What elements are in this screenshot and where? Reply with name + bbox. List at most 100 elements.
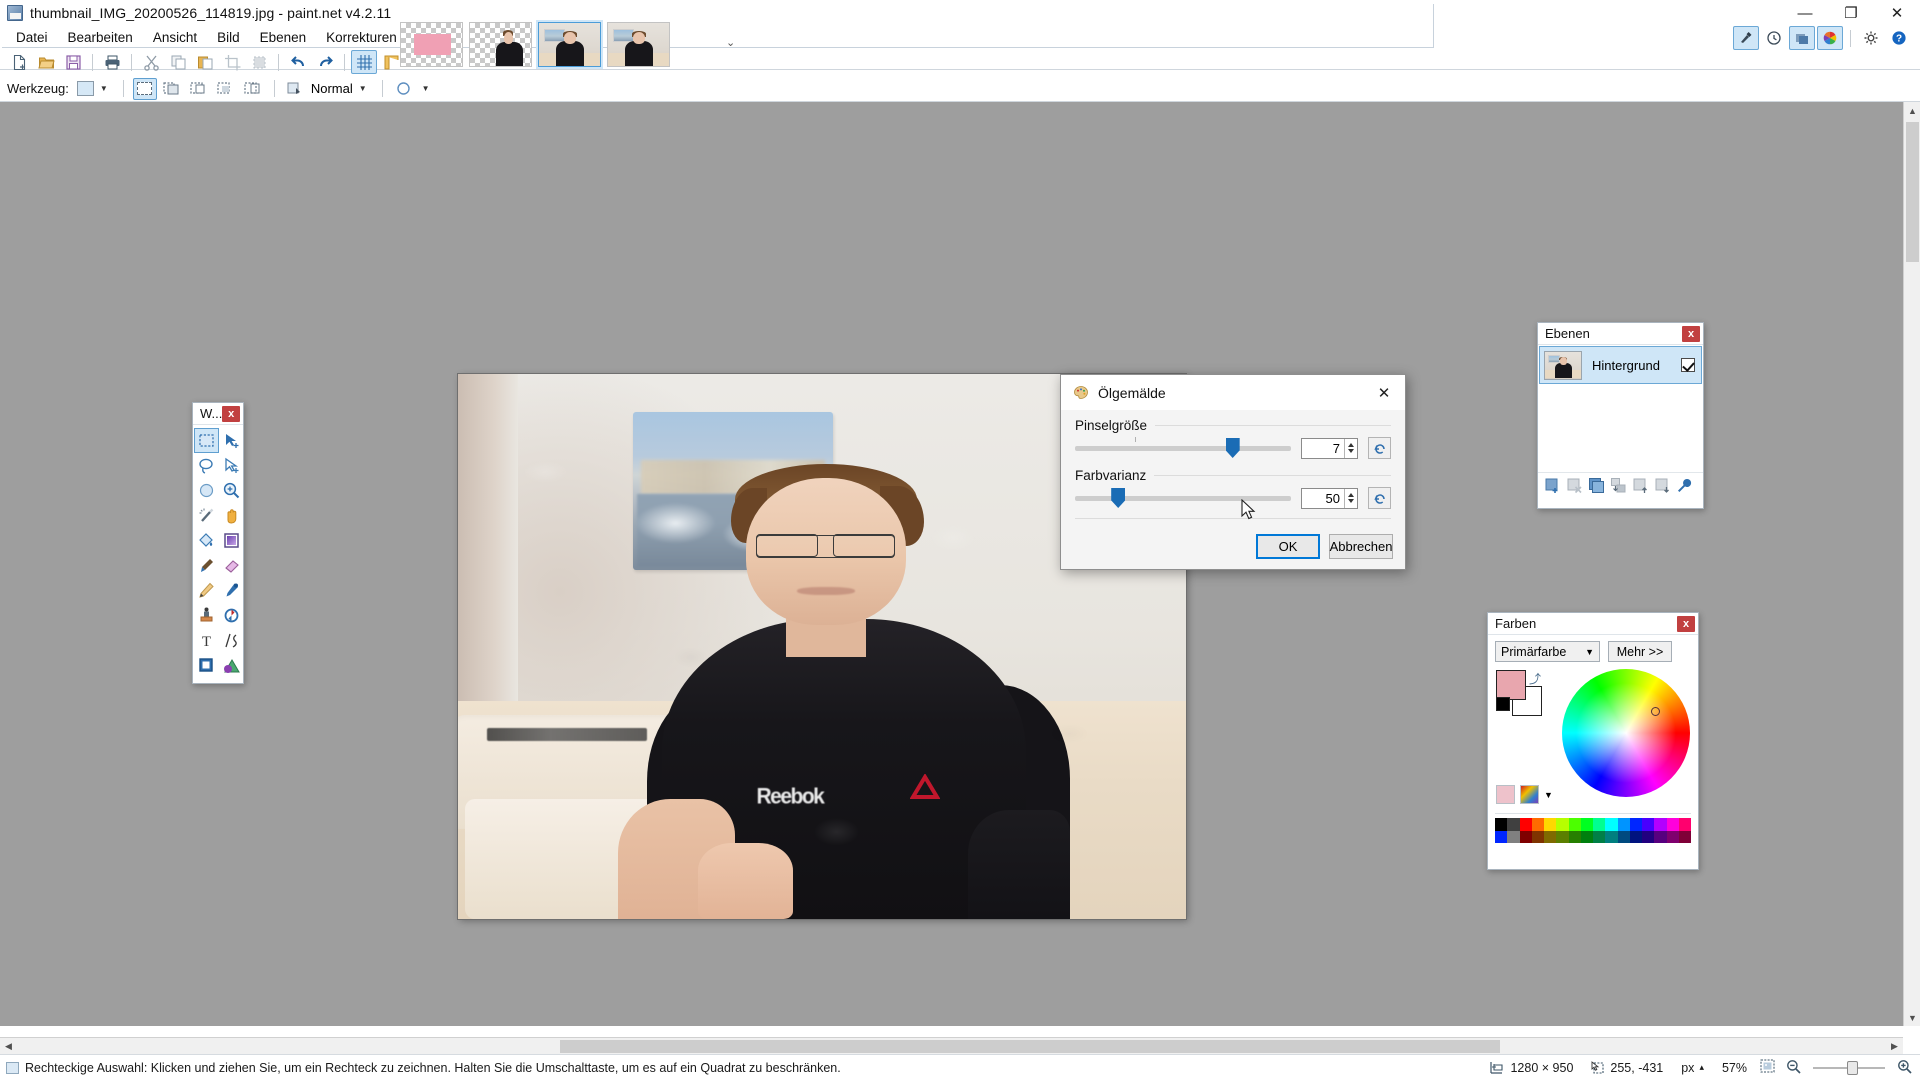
palette-swatch[interactable] (1519, 830, 1532, 843)
oil-painting-dialog[interactable]: Ölgemälde ✕ Pinselgröße 7 Farbvarianz 50… (1060, 374, 1406, 570)
palette-swatch[interactable] (1617, 830, 1630, 843)
palette-swatch[interactable] (1544, 818, 1557, 831)
pencil-tool[interactable] (194, 578, 219, 603)
current-tool-swatch[interactable] (76, 81, 94, 96)
menu-bearbeiten[interactable]: Bearbeiten (58, 27, 143, 48)
selection-intersect-button[interactable] (241, 78, 265, 100)
chevron-down-icon[interactable]: ▼ (422, 84, 430, 93)
colors-panel-titlebar[interactable]: Farben x (1488, 613, 1698, 635)
colors-panel-toggle[interactable] (1817, 26, 1843, 50)
cancel-button[interactable]: Abbrechen (1329, 534, 1393, 559)
tools-panel-close-button[interactable]: x (222, 405, 240, 422)
selection-replace-button[interactable] (132, 77, 157, 100)
recolor-tool[interactable] (219, 603, 244, 628)
delete-layer-icon[interactable] (1564, 476, 1584, 496)
tools-panel[interactable]: W... x T (192, 402, 244, 684)
ellipse-select-tool[interactable] (194, 478, 219, 503)
palette-swatch[interactable] (1605, 818, 1618, 831)
color-wheel[interactable] (1562, 669, 1690, 797)
chevron-down-icon[interactable]: ▼ (100, 84, 108, 93)
layers-panel-close-button[interactable]: x (1682, 325, 1700, 342)
palette-swatch[interactable] (1556, 818, 1569, 831)
gradient-tool[interactable] (219, 528, 244, 553)
menu-datei[interactable]: Datei (6, 27, 58, 48)
scroll-up-arrow[interactable]: ▲ (1904, 102, 1920, 119)
chevron-down-icon[interactable]: ▼ (359, 84, 367, 93)
palette-swatch[interactable] (1654, 818, 1667, 831)
palette-swatch[interactable] (1666, 830, 1679, 843)
clone-stamp-tool[interactable] (194, 603, 219, 628)
zoom-in-icon[interactable] (1897, 1059, 1912, 1077)
palette-swatch[interactable] (1495, 818, 1508, 831)
palette-swatch[interactable] (1544, 830, 1557, 843)
palette-swatch[interactable] (1580, 830, 1593, 843)
image-thumbnail-active[interactable]: ✳ (538, 22, 601, 67)
selection-xor-button[interactable] (214, 78, 238, 100)
layers-panel-toggle[interactable] (1789, 26, 1815, 50)
move-layer-up-icon[interactable] (1630, 476, 1650, 496)
dialog-close-button[interactable]: ✕ (1363, 375, 1405, 410)
swap-colors-icon[interactable]: ⤴ (1529, 670, 1541, 687)
unit-group[interactable]: px ▴ (1681, 1061, 1704, 1075)
palette-swatch[interactable] (1556, 830, 1569, 843)
dialog-titlebar[interactable]: Ölgemälde ✕ (1061, 375, 1405, 410)
duplicate-layer-icon[interactable] (1586, 476, 1606, 496)
chevron-up-icon[interactable]: ▴ (1699, 1062, 1704, 1073)
colors-panel-close-button[interactable]: x (1677, 615, 1695, 632)
antialiasing-icon[interactable] (392, 78, 416, 100)
scroll-left-arrow[interactable]: ◀ (0, 1038, 17, 1055)
colors-panel[interactable]: Farben x Primärfarbe ▼ Mehr >> ⤴ ▼ (1487, 612, 1699, 870)
move-layer-down-icon[interactable] (1652, 476, 1672, 496)
palette-select-icon[interactable] (1520, 785, 1539, 804)
add-to-palette-icon[interactable] (1496, 785, 1515, 804)
palette-swatch[interactable] (1519, 818, 1532, 831)
zoom-tool[interactable] (219, 478, 244, 503)
move-selection-tool[interactable] (219, 453, 244, 478)
blend-mode-icon[interactable] (284, 78, 308, 100)
color-variance-input[interactable]: 50 (1301, 487, 1358, 509)
menu-korrekturen[interactable]: Korrekturen (316, 27, 407, 48)
paint-bucket-tool[interactable] (194, 528, 219, 553)
crop-icon[interactable] (219, 50, 245, 74)
layer-properties-icon[interactable] (1674, 476, 1694, 496)
undo-icon[interactable] (285, 50, 311, 74)
add-layer-icon[interactable] (1542, 476, 1562, 496)
open-icon[interactable] (33, 50, 59, 74)
ok-button[interactable]: OK (1256, 534, 1320, 559)
line-curve-tool[interactable] (219, 628, 244, 653)
palette-swatch[interactable] (1568, 830, 1581, 843)
pan-tool[interactable] (219, 503, 244, 528)
brush-size-input[interactable]: 7 (1301, 437, 1358, 459)
palette-swatch[interactable] (1629, 830, 1642, 843)
scroll-down-arrow[interactable]: ▼ (1904, 1009, 1920, 1026)
palette-swatch[interactable] (1593, 830, 1606, 843)
merge-layer-down-icon[interactable] (1608, 476, 1628, 496)
menu-bild[interactable]: Bild (207, 27, 250, 48)
layer-row[interactable]: Hintergrund (1539, 346, 1702, 384)
palette-swatch[interactable] (1654, 830, 1667, 843)
canvas-work-area[interactable]: Reebok (0, 102, 1920, 1026)
brush-size-reset-button[interactable] (1368, 437, 1391, 459)
chevron-down-icon[interactable]: ⌄ (726, 36, 735, 49)
selection-exclude-button[interactable] (187, 78, 211, 100)
vertical-scroll-thumb[interactable] (1906, 122, 1919, 262)
magic-wand-tool[interactable] (194, 503, 219, 528)
menu-ansicht[interactable]: Ansicht (143, 27, 207, 48)
palette-swatch[interactable] (1580, 818, 1593, 831)
zoom-out-icon[interactable] (1786, 1059, 1801, 1077)
layer-visibility-checkbox[interactable] (1681, 358, 1695, 372)
vertical-scrollbar[interactable]: ▲ ▼ (1903, 102, 1920, 1026)
palette-swatch[interactable] (1678, 818, 1691, 831)
text-tool[interactable]: T (194, 628, 219, 653)
image-thumbnail[interactable]: ✳ (400, 22, 463, 67)
grid-icon[interactable] (351, 50, 377, 74)
reset-colors-swatch[interactable] (1496, 697, 1510, 711)
color-variance-stepper[interactable] (1344, 488, 1357, 508)
brush-size-slider[interactable] (1075, 437, 1291, 458)
save-icon[interactable] (60, 50, 86, 74)
cut-icon[interactable] (138, 50, 164, 74)
palette-swatch[interactable] (1531, 818, 1544, 831)
paintbrush-tool[interactable] (194, 553, 219, 578)
menu-ebenen[interactable]: Ebenen (250, 27, 317, 48)
new-icon[interactable] (6, 50, 32, 74)
